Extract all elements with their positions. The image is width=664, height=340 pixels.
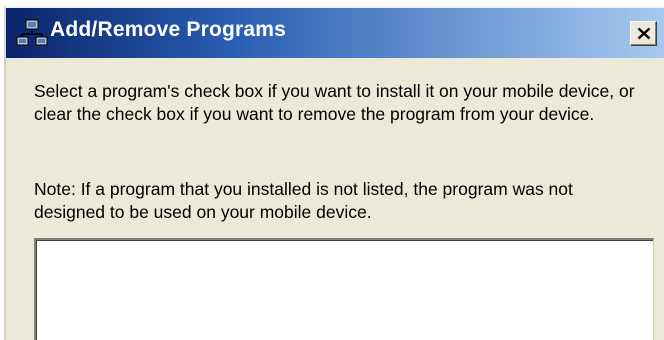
program-list[interactable]: [34, 238, 654, 340]
note-text: Note: If a program that you installed is…: [34, 179, 573, 222]
add-remove-programs-dialog: Add/Remove Programs Select a program's c…: [4, 6, 664, 340]
close-icon: [637, 27, 651, 40]
instructions-text: Select a program's check box if you want…: [34, 81, 635, 124]
title-bar[interactable]: Add/Remove Programs: [6, 8, 664, 58]
window-title: Add/Remove Programs: [50, 18, 287, 41]
close-button[interactable]: [630, 21, 657, 46]
install-programs-icon: [16, 18, 48, 48]
